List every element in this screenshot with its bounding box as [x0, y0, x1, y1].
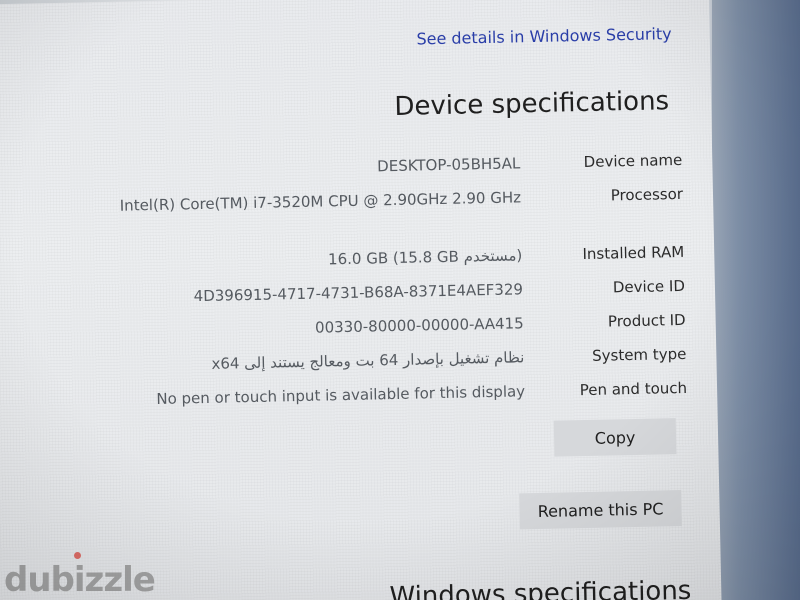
processor-label: Processor — [610, 184, 684, 205]
pen-and-touch-label: Pen and touch — [579, 378, 688, 400]
device-specifications-heading: Device specifications — [394, 86, 670, 122]
system-type-value: نظام تشغيل بإصدار 64 بت ومعالج يستند إلى… — [211, 348, 525, 373]
window-border — [712, 0, 800, 600]
screen-photo: See details in Windows Security Device s… — [0, 0, 800, 600]
spec-row-installed-ram: 16.0 GB (15.8 GB مستخدم) Installed RAM — [44, 242, 685, 275]
spec-row-system-type: نظام تشغيل بإصدار 64 بت ومعالج يستند إلى… — [46, 344, 686, 377]
watermark-text: dubizzle — [4, 560, 156, 600]
installed-ram-label: Installed RAM — [582, 242, 685, 264]
system-type-label: System type — [591, 344, 687, 365]
device-name-value: DESKTOP-05BH5AL — [377, 154, 521, 176]
rename-pc-button[interactable]: Rename this PC — [519, 490, 682, 530]
windows-security-link[interactable]: See details in Windows Security — [416, 24, 672, 48]
pen-and-touch-value: No pen or touch input is available for t… — [156, 382, 526, 408]
watermark-dot-icon — [74, 552, 81, 559]
watermark-logo: dubizzle — [4, 552, 156, 600]
device-id-label: Device ID — [612, 276, 686, 297]
device-name-label: Device name — [583, 150, 683, 171]
windows-specifications-heading: Windows specifications — [389, 575, 692, 600]
device-id-value: 4D396915-4717-4731-B68A-8371E4AEF329 — [193, 280, 524, 306]
settings-panel: See details in Windows Security Device s… — [0, 0, 722, 600]
spec-row-device-name: DESKTOP-05BH5AL Device name — [42, 150, 682, 183]
spec-row-processor: Intel(R) Core(TM) i7-3520M CPU @ 2.90GHz… — [43, 184, 684, 217]
installed-ram-value: 16.0 GB (15.8 GB مستخدم) — [327, 246, 523, 269]
copy-button[interactable]: Copy — [553, 418, 677, 457]
spec-row-pen-and-touch: No pen or touch input is available for t… — [47, 378, 687, 411]
product-id-label: Product ID — [607, 310, 686, 331]
spec-row-device-id: 4D396915-4717-4731-B68A-8371E4AEF329 Dev… — [45, 276, 686, 309]
processor-value: Intel(R) Core(TM) i7-3520M CPU @ 2.90GHz… — [119, 188, 522, 215]
spec-row-product-id: 00330-80000-00000-AA415 Product ID — [46, 310, 686, 343]
product-id-value: 00330-80000-00000-AA415 — [314, 314, 524, 337]
